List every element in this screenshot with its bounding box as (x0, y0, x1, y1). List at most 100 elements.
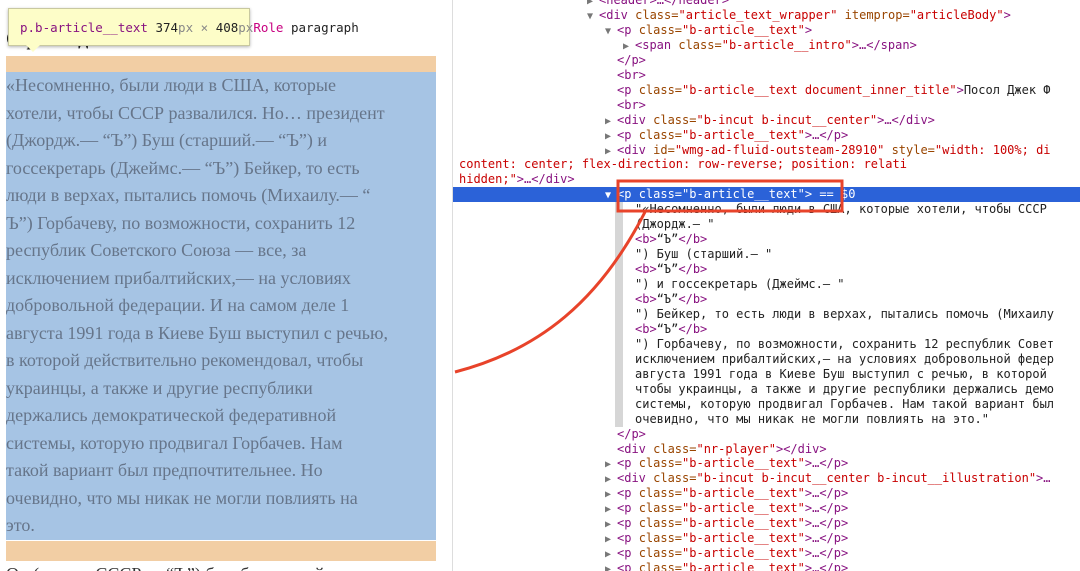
expand-triangle-icon[interactable]: ▶ (605, 547, 617, 562)
dom-node[interactable]: ▶ <div id="wmg-ad-fluid-outsteam-28910" s… (605, 143, 1051, 158)
dom-token: </p> (617, 52, 646, 67)
dom-token: ></div> (775, 441, 827, 456)
dom-node[interactable]: августа 1991 года в Киеве Буш выступил с… (635, 367, 1047, 382)
next-paragraph: Он (распад СССР.— “Ъ”) был бы лучшей (6, 561, 324, 571)
dom-node[interactable]: content: center; flex-direction: row-rev… (459, 157, 907, 172)
dom-token: <div (617, 142, 654, 157)
dom-token: "b-article__text" (682, 546, 805, 561)
selection-gutter (615, 202, 623, 427)
dom-token: == $0 (812, 187, 856, 202)
dom-token: class= (638, 546, 683, 561)
dom-token: class= (653, 112, 697, 127)
dom-token: content: center; flex-direction: row-rev… (459, 157, 907, 172)
dom-token: “Ъ” (656, 232, 679, 247)
inspect-tooltip: p.b-article__text 374px × 408pxRole para… (8, 8, 359, 46)
collapse-triangle-icon[interactable]: ▼ (605, 188, 617, 203)
dom-node[interactable]: <br> (617, 98, 646, 113)
dom-node[interactable]: <div class="nr-player"></div> (617, 442, 827, 457)
dom-node[interactable]: чтобы украинцы, а также и другие республ… (635, 382, 1054, 397)
dom-node[interactable]: "«Несомненно, были люди в США, которые х… (635, 202, 1047, 217)
dom-node[interactable]: hidden;">…</div> (459, 172, 575, 187)
dom-token: id= (653, 142, 675, 157)
dom-node[interactable]: ▶ <p class="b-article__text">…</p> (605, 456, 848, 471)
expand-triangle-icon[interactable]: ▶ (623, 39, 635, 54)
expand-triangle-icon[interactable]: ▶ (605, 562, 617, 571)
dom-node[interactable]: ▶ <span class="b-article__intro">…</span> (623, 38, 917, 53)
dom-node[interactable]: ") Горбачеву, по возможности, сохранить … (635, 337, 1054, 352)
dom-node[interactable]: системы, которую продвигал Горбачев. Нам… (635, 397, 1054, 412)
dom-token: class= (638, 127, 683, 142)
page-preview: О распаде СССР «Несомненно, были люди в … (0, 0, 452, 571)
dom-token: class= (638, 187, 683, 202)
margin-highlight-top (6, 56, 436, 72)
expand-triangle-icon[interactable]: ▶ (605, 114, 617, 129)
expand-triangle-icon[interactable]: ▶ (605, 532, 617, 547)
dom-token: <p (617, 531, 639, 546)
paragraph-line: республик Советского Союза — все, за (6, 240, 307, 260)
dom-token: “Ъ” (656, 262, 679, 277)
dom-token: hidden;" (459, 172, 517, 187)
expand-triangle-icon[interactable]: ▶ (605, 517, 617, 532)
dom-node[interactable]: <br> (617, 68, 646, 83)
dom-node[interactable]: исключением прибалтийских,— на условиях … (635, 352, 1054, 367)
dom-node[interactable]: ▶ <header>…</header> (587, 0, 729, 8)
dom-token: >…</p> (804, 516, 849, 531)
dom-token: class= (638, 22, 683, 37)
dom-token: class= (638, 456, 683, 471)
dom-token: class= (638, 561, 683, 571)
dom-token: "b-article__text" (682, 456, 805, 471)
collapse-triangle-icon[interactable]: ▼ (605, 24, 617, 39)
dom-node[interactable]: ") Бейкер, то есть люди в верхах, пытали… (635, 307, 1054, 322)
dom-node[interactable]: <p class="b-article__text document_inner… (617, 83, 1051, 98)
dom-node[interactable]: ") Буш (старший.— " (635, 247, 772, 262)
dom-node[interactable]: <b>“Ъ”</b> (635, 292, 707, 307)
dom-node[interactable]: ▼ <p class="b-article__text"> (605, 23, 812, 38)
expand-triangle-icon[interactable]: ▶ (605, 487, 617, 502)
paragraph-line: Ъ”) Горбачеву, по возможности, сохранить… (6, 212, 356, 233)
dom-node[interactable]: ▶ <p class="b-article__text">…</p> (605, 546, 848, 561)
dom-node[interactable]: ▶ <div class="b-incut b-incut__center b-i… (605, 471, 1051, 486)
dom-token: class= (638, 82, 683, 97)
expand-triangle-icon[interactable]: ▶ (605, 472, 617, 487)
dom-node[interactable]: ▶ <p class="b-article__text">…</p> (605, 486, 848, 501)
dom-node[interactable]: ▶ <p class="b-article__text">…</p> (605, 531, 848, 546)
dom-node[interactable]: очевидно, что мы никак не могли повлиять… (635, 412, 989, 427)
dom-node[interactable]: </p> (617, 427, 646, 442)
dom-token: <br> (617, 67, 646, 82)
dom-node[interactable]: ▶ <p class="b-article__text">…</p> (605, 501, 848, 516)
paragraph-line: хотели, чтобы СССР развалился. Но… прези… (6, 102, 385, 123)
expand-triangle-icon[interactable]: ▶ (605, 129, 617, 144)
dom-token: </p> (617, 426, 646, 441)
paragraph-line: (Джордж.— “Ъ”) Буш (старший.— “Ъ”) и (6, 130, 328, 150)
times: × (200, 20, 209, 35)
elements-panel: ▶ <header>…</header> ▼ <div class="article_… (452, 0, 1080, 571)
dom-token: itemprop= (844, 7, 910, 22)
highlighted-paragraph[interactable]: «Несомненно, были люди в США, которые хот… (6, 72, 416, 540)
dom-node[interactable]: </p> (617, 53, 646, 68)
margin-highlight-bottom (6, 541, 436, 561)
dom-node[interactable]: <b>“Ъ”</b> (635, 232, 707, 247)
expand-triangle-icon[interactable]: ▶ (605, 144, 617, 159)
dom-node[interactable]: ▶ <div class="b-incut b-incut__center">…<… (605, 113, 935, 128)
dom-token: <p (617, 561, 639, 571)
dom-token: >…</div> (516, 172, 575, 187)
dom-node[interactable]: ▶ <p class="b-article__text">…</p> (605, 561, 848, 571)
dom-token: (Джордж.— " (635, 217, 715, 232)
dom-token: class= (638, 501, 683, 516)
dom-token: <p (617, 82, 639, 97)
dom-node[interactable]: ") и госсекретарь (Джеймс.— " (635, 277, 845, 292)
paragraph-line: украинцы, а также и другие республики (6, 377, 313, 398)
dom-token: системы, которую продвигал Горбачев. Нам… (635, 396, 1055, 411)
dom-node[interactable]: ▼ <div class="article_text_wrapper" itemp… (587, 8, 1011, 23)
dom-node[interactable]: <b>“Ъ”</b> (635, 262, 707, 277)
dom-node-selected[interactable]: ▼ <p class="b-article__text"> == $0 (605, 187, 855, 202)
dom-node[interactable]: ▶ <p class="b-article__text">…</p> (605, 516, 848, 531)
dom-token: >…</div> (877, 112, 935, 127)
dom-node[interactable]: (Джордж.— " (635, 217, 714, 232)
dom-token: "b-article__text" (682, 501, 805, 516)
dom-node[interactable]: <b>“Ъ”</b> (635, 322, 707, 337)
expand-triangle-icon[interactable]: ▶ (605, 457, 617, 472)
collapse-triangle-icon[interactable]: ▼ (587, 9, 599, 24)
expand-triangle-icon[interactable]: ▶ (605, 502, 617, 517)
dom-node[interactable]: ▶ <p class="b-article__text">…</p> (605, 128, 848, 143)
